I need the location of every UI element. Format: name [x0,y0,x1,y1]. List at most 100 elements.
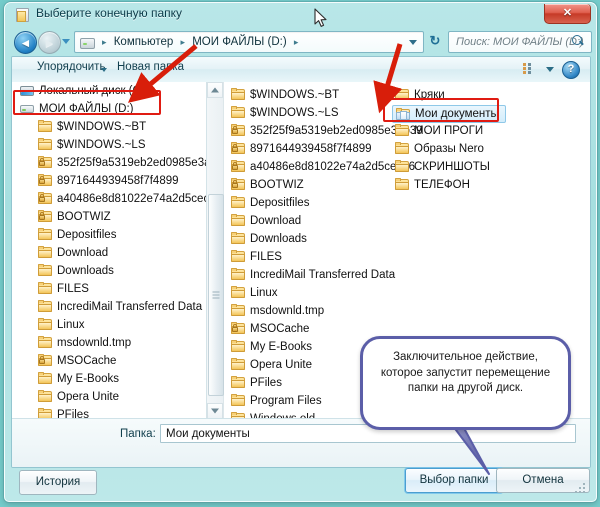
file-list-row: IncrediMail Transferred Data [228,266,395,284]
folder-icon [38,318,52,331]
file-list-item[interactable]: МОИ ПРОГИ [392,122,557,140]
file-list-item[interactable]: $WINDOWS.~LS [228,104,393,122]
mouse-cursor [314,8,327,27]
back-button[interactable]: ◄ [14,31,37,54]
nav-tree-item[interactable]: МОИ ФАЙЛЫ (D:) [12,100,206,118]
organize-chevron-down-icon[interactable] [101,68,107,72]
nav-tree-item[interactable]: BOOTWIZ [12,208,206,226]
nav-tree-item[interactable]: My E-Books [12,370,206,388]
refresh-icon[interactable]: ↻ [427,33,443,49]
folder-icon [38,336,52,349]
nav-tree-item-label: FILES [57,283,89,295]
folder-icon [395,124,409,137]
forward-button[interactable]: ► [38,31,61,54]
file-list-item-label: FILES [250,251,282,263]
nav-tree-item[interactable]: IncrediMail Transferred Data [12,298,206,316]
file-list-item-label: Linux [250,287,278,299]
file-list-item[interactable]: IncrediMail Transferred Data [228,266,395,284]
file-list-item[interactable]: ТЕЛЕФОН [392,176,557,194]
file-list-item[interactable]: 8971644939458f7f4899 [228,140,393,158]
file-list-item[interactable]: Depositfiles [228,194,393,212]
nav-tree-item[interactable]: Локальный диск (C:) [12,82,206,100]
scroll-up-button[interactable] [207,82,223,98]
address-bar[interactable]: ▸ Компьютер ▸ МОИ ФАЙЛЫ (D:) ▸ [74,31,424,53]
folder-icon [38,300,52,313]
file-list-item-label: Кряки [414,89,445,101]
nav-tree-item[interactable]: Depositfiles [12,226,206,244]
nav-tree-item-label: Depositfiles [57,229,117,241]
file-list-item[interactable]: FILES [228,248,393,266]
file-list-item[interactable]: a40486e8d81022e74a2d5cec76 [228,158,415,176]
scrollbar-thumb[interactable] [208,194,224,396]
folder-icon [38,138,52,151]
file-list-item-label: Program Files [250,395,322,407]
select-folder-button[interactable]: Выбор папки [405,468,503,493]
view-mode-icon[interactable] [523,62,538,76]
file-list-item[interactable]: msdownld.tmp [228,302,393,320]
file-list-item[interactable]: СКРИНШОТЫ [392,158,557,176]
breadcrumb-sep-icon: ▸ [180,37,185,47]
nav-tree-item[interactable]: Downloads [12,262,206,280]
file-list-row: Linux [228,284,393,302]
file-list-item[interactable]: Linux [228,284,393,302]
help-icon[interactable]: ? [562,61,580,79]
file-list-item[interactable]: Downloads [228,230,393,248]
scroll-down-button[interactable] [207,403,223,419]
nav-tree-item[interactable]: 8971644939458f7f4899 [12,172,206,190]
file-list-item-label: Образы Nero [414,143,484,155]
nav-tree-item[interactable]: msdownld.tmp [12,334,206,352]
organize-button[interactable]: Упорядочить [37,61,105,73]
locked-folder-icon [231,142,245,155]
breadcrumb-sep-icon: ▸ [102,37,107,47]
nav-tree-item[interactable]: 352f25f9a5319eb2ed0985e3ab39 [12,154,206,172]
nav-tree-item-label: Download [57,247,109,259]
folder-icon [38,282,52,295]
title-bar: Выберите конечную папку ✕ [5,3,596,27]
file-list-column-2: Кряки Мои документы МОИ ПРОГИ Образы Nero СК… [392,86,557,194]
history-button[interactable]: История [19,470,97,495]
search-input[interactable]: Поиск: МОИ ФАЙЛЫ (D:) [448,31,592,53]
nav-tree-item[interactable]: a40486e8d81022e74a2d5cec76 [12,190,206,208]
new-folder-button[interactable]: Новая папка [117,61,184,73]
folder-icon [395,88,409,101]
file-list-item[interactable]: $WINDOWS.~BT [228,86,393,104]
folder-icon [231,376,245,389]
dialog-footer: История Выбор папки Отмена [11,466,590,496]
nav-tree-item[interactable]: $WINDOWS.~LS [12,136,206,154]
file-list-row: a40486e8d81022e74a2d5cec76 [228,158,415,176]
breadcrumb-item-computer[interactable]: Компьютер [114,36,174,48]
file-list-item[interactable]: Кряки [392,86,557,104]
file-list-row: FILES [228,248,393,266]
folder-icon [38,264,52,277]
file-list-item[interactable]: 352f25f9a5319eb2ed0985e3ab39 [228,122,423,140]
forward-arrow-icon: ► [43,35,56,50]
recent-pages-chevron-down-icon[interactable] [62,39,70,44]
navigation-scrollbar[interactable] [207,82,224,419]
breadcrumb-sep-icon: ▸ [293,37,299,47]
nav-tree-item[interactable]: Opera Unite [12,388,206,406]
nav-tree-item[interactable]: Download [12,244,206,262]
file-list-item-label: a40486e8d81022e74a2d5cec76 [250,161,415,173]
nav-tree-item[interactable]: Linux [12,316,206,334]
file-list-row: Downloads [228,230,393,248]
drive-icon [80,38,95,49]
nav-tree-item[interactable]: MSOCache [12,352,206,370]
file-list-row: МОИ ПРОГИ [392,122,557,140]
breadcrumb-item-drive[interactable]: МОИ ФАЙЛЫ (D:) [192,36,287,48]
resize-grip[interactable] [575,483,586,494]
nav-tree-item[interactable]: FILES [12,280,206,298]
address-dropdown-chevron-down-icon[interactable] [409,40,417,45]
file-list-item-label: $WINDOWS.~LS [250,107,339,119]
file-list-item[interactable]: Образы Nero [392,140,557,158]
file-list-item[interactable]: BOOTWIZ [228,176,393,194]
view-mode-chevron-down-icon[interactable] [546,67,554,72]
file-list-item-selected[interactable]: Мои документы [392,105,506,123]
nav-tree-item[interactable]: $WINDOWS.~BT [12,118,206,136]
close-button[interactable]: ✕ [544,4,591,24]
navigation-bar: ◄ ► ▸ Компьютер ▸ МОИ ФАЙЛЫ (D:) ▸ ↻ Пои… [5,28,596,55]
navigation-tree: Локальный диск (C:) МОИ ФАЙЛЫ (D:) $WINDOW… [12,82,206,419]
folder-field-label: Папка: [120,428,156,440]
file-list-item[interactable]: Download [228,212,393,230]
file-list-item[interactable]: MSOCache [228,320,393,338]
locked-folder-icon [38,156,52,169]
